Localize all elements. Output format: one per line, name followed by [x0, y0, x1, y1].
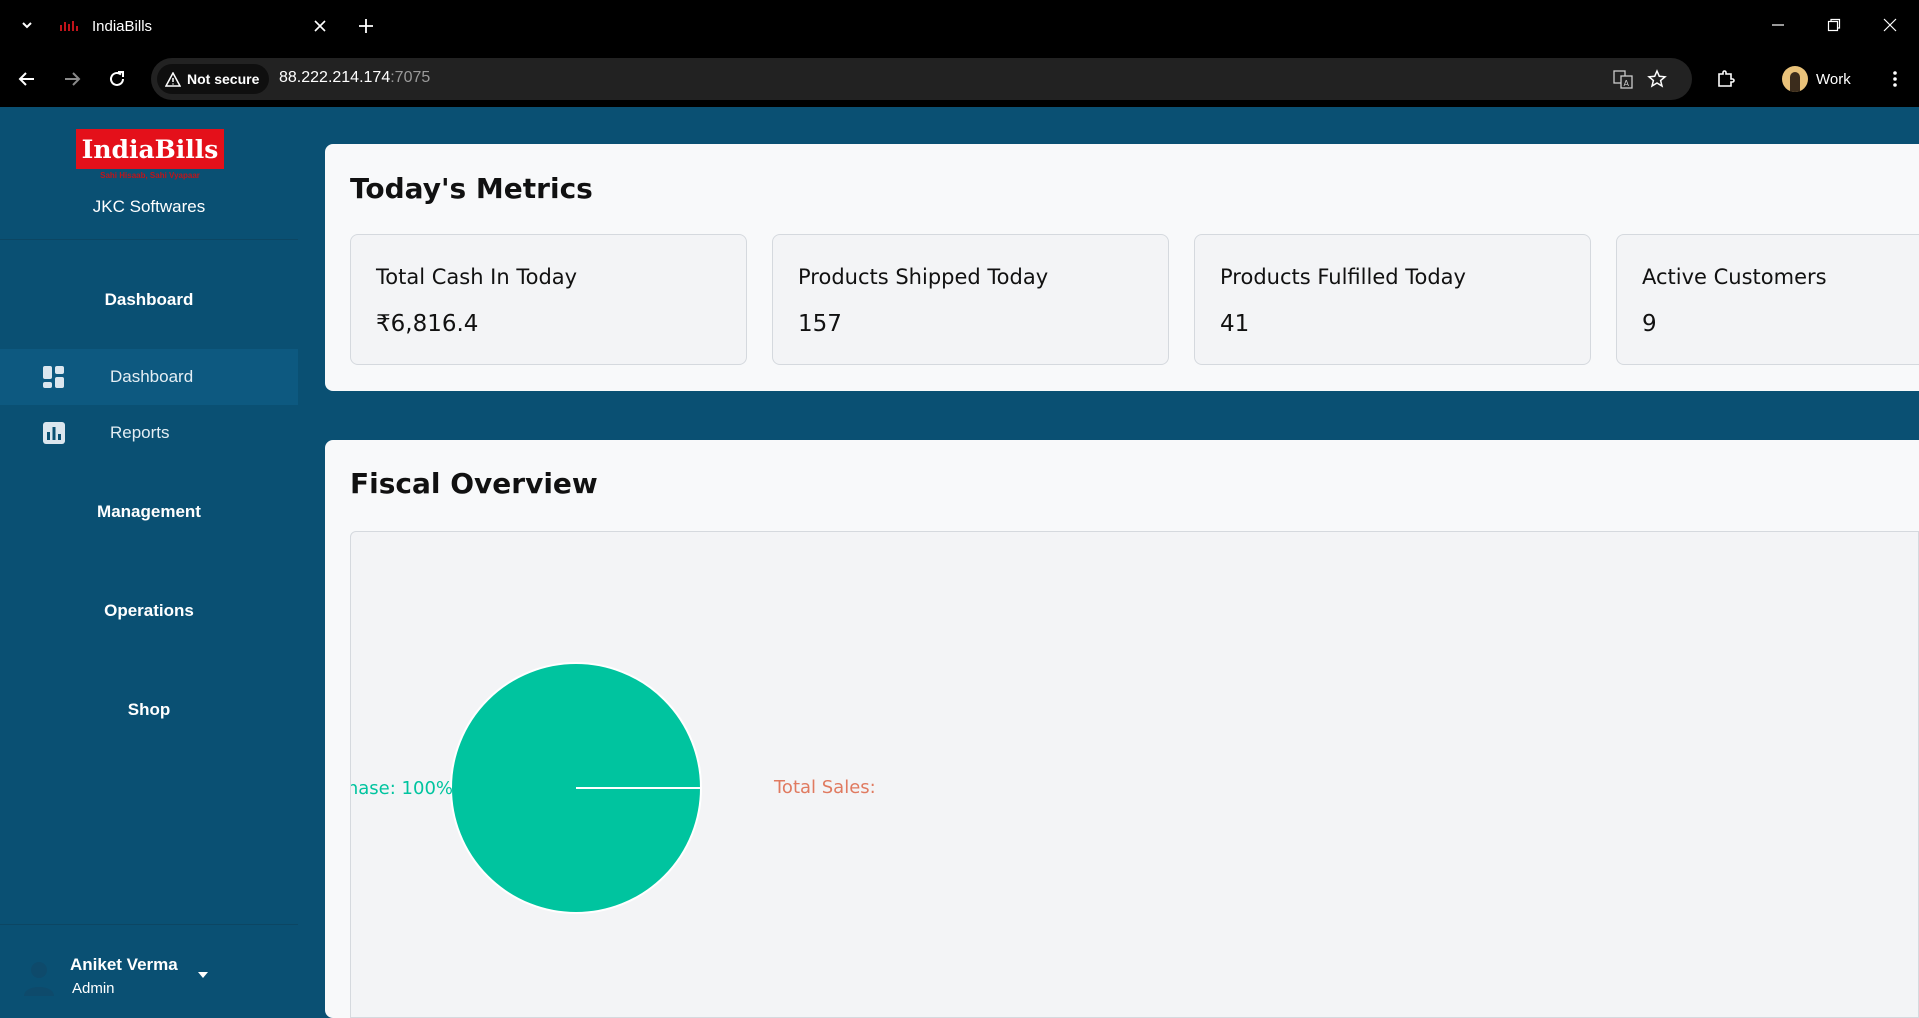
svg-text:A: A — [1624, 79, 1630, 88]
user-role: Admin — [72, 980, 115, 997]
metrics-card: Today's Metrics Total Cash In Today ₹6,8… — [325, 144, 1919, 391]
browser-menu-dots-icon[interactable] — [1882, 66, 1908, 92]
indiabills-favicon-icon — [60, 21, 80, 31]
metric-card-cash-in: Total Cash In Today ₹6,816.4 — [350, 234, 747, 365]
pie-label-total-purchase: hase: 100% — [351, 778, 453, 799]
url-text[interactable]: 88.222.214.174:7075 — [279, 69, 430, 87]
metrics-title: Today's Metrics — [350, 172, 593, 205]
metric-value: 157 — [798, 311, 842, 337]
sidebar-item-dashboard[interactable]: Dashboard — [0, 349, 298, 405]
metric-label: Active Customers — [1642, 265, 1827, 289]
security-label: Not secure — [187, 71, 260, 87]
back-arrow-icon[interactable] — [14, 66, 40, 92]
logo-tagline: Sahi Hisaab, Sahi Vyapaar — [100, 171, 200, 180]
browser-tab-bar: IndiaBills — [0, 0, 1919, 50]
tab-close-icon[interactable] — [310, 16, 330, 36]
minimize-window-icon[interactable] — [1764, 12, 1792, 38]
sidebar-item-label: Reports — [110, 423, 170, 442]
sidebar-item-reports[interactable]: Reports — [0, 405, 298, 461]
restore-window-icon[interactable] — [1820, 12, 1848, 38]
section-operations[interactable]: Operations — [0, 601, 298, 621]
fiscal-chart-container: hase: 100% Total Sales: — [350, 531, 1919, 1018]
section-shop[interactable]: Shop — [0, 700, 298, 720]
browser-tab[interactable]: IndiaBills — [50, 8, 340, 44]
close-window-icon[interactable] — [1876, 12, 1904, 38]
new-tab-plus-icon[interactable] — [354, 14, 378, 38]
fiscal-title: Fiscal Overview — [350, 467, 598, 500]
section-dashboard[interactable]: Dashboard — [0, 290, 298, 310]
metric-value: 9 — [1642, 311, 1657, 337]
profile-button[interactable]: Work — [1782, 64, 1851, 94]
warning-triangle-icon — [165, 71, 181, 87]
user-avatar-icon — [24, 962, 54, 996]
translate-icon[interactable]: A — [1611, 67, 1635, 91]
fiscal-overview-card: Fiscal Overview hase: 100% Total Sales: — [325, 440, 1919, 1018]
company-name: JKC Softwares — [92, 197, 206, 216]
profile-name: Work — [1816, 70, 1851, 88]
metric-label: Products Fulfilled Today — [1220, 265, 1466, 289]
section-management[interactable]: Management — [0, 502, 298, 522]
bookmark-star-icon[interactable] — [1645, 67, 1669, 91]
address-bar[interactable]: Not secure 88.222.214.174:7075 A — [151, 58, 1692, 100]
pie-label-total-sales: Total Sales: — [773, 777, 876, 798]
indiabills-logo[interactable]: IndiaBills — [76, 129, 224, 169]
url-host: 88.222.214.174 — [279, 69, 391, 86]
metric-card-shipped: Products Shipped Today 157 — [772, 234, 1169, 365]
sidebar-item-label: Dashboard — [110, 367, 194, 386]
user-name: Aniket Verma — [70, 955, 178, 974]
sidebar: IndiaBills Sahi Hisaab, Sahi Vyapaar JKC… — [0, 107, 298, 1018]
brand-header: IndiaBills Sahi Hisaab, Sahi Vyapaar JKC… — [0, 107, 298, 240]
metric-card-fulfilled: Products Fulfilled Today 41 — [1194, 234, 1591, 365]
bar-chart-icon — [43, 422, 65, 444]
url-port: :7075 — [390, 69, 431, 86]
user-menu[interactable]: Aniket Verma Admin — [0, 924, 298, 1018]
metric-value: 41 — [1220, 311, 1250, 337]
dashboard-icon — [43, 366, 64, 388]
metric-label: Total Cash In Today — [376, 265, 578, 289]
metric-value: ₹6,816.4 — [376, 311, 479, 337]
profile-avatar — [1782, 66, 1808, 92]
tab-search-chevron-icon[interactable] — [16, 14, 38, 36]
caret-down-icon[interactable] — [196, 967, 210, 981]
tab-title: IndiaBills — [92, 17, 153, 35]
security-indicator[interactable]: Not secure — [157, 64, 270, 94]
browser-toolbar: Not secure 88.222.214.174:7075 A Work — [0, 50, 1919, 107]
pie-chart: hase: 100% Total Sales: — [351, 662, 876, 914]
logo-text: IndiaBills — [81, 134, 219, 164]
metric-card-active-customers: Active Customers 9 — [1616, 234, 1919, 365]
forward-arrow-icon[interactable] — [59, 66, 85, 92]
reload-icon[interactable] — [104, 66, 130, 92]
extensions-puzzle-icon[interactable] — [1713, 66, 1739, 92]
metric-label: Products Shipped Today — [798, 265, 1049, 289]
